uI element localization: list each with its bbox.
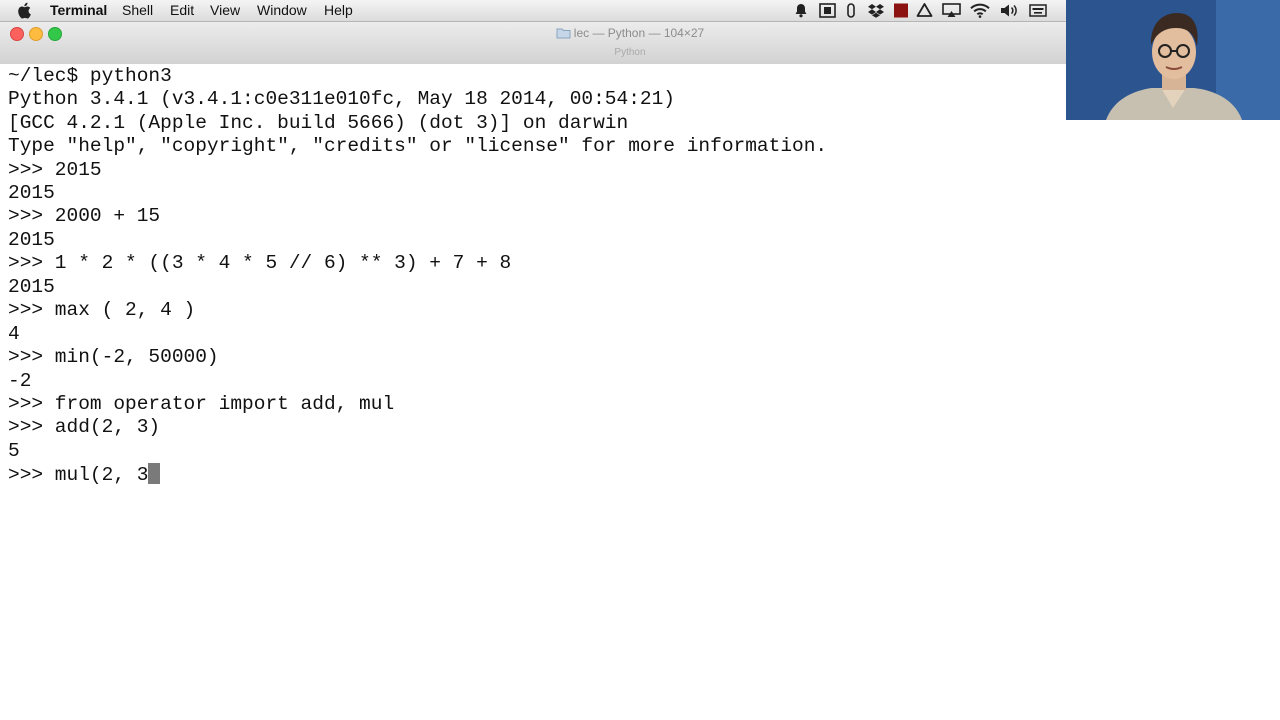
menu-window[interactable]: Window [257,0,307,21]
wifi-icon[interactable] [970,3,990,18]
battery-icon[interactable] [845,3,857,18]
airplay-icon[interactable] [942,3,961,18]
terminal-line: >>> min(-2, 50000) [8,346,219,368]
keyboard-icon[interactable] [1029,3,1047,18]
red-square-icon[interactable] [893,3,909,18]
presenter-video-image [1066,0,1280,120]
scan-icon[interactable] [819,3,836,18]
terminal-input-text[interactable]: >>> mul(2, 3 [8,464,148,486]
terminal-line: -2 [8,370,32,392]
terminal-line: >>> max ( 2, 4 ) [8,299,196,321]
terminal-line: 2015 [8,182,55,204]
menu-shell[interactable]: Shell [122,0,153,21]
terminal-line: >>> 1 * 2 * ((3 * 4 * 5 // 6) ** 3) + 7 … [8,252,512,274]
window-title-bar[interactable]: lec — Python — 104×27 Python [0,22,1066,65]
webcam-overlay [1066,0,1280,120]
apple-menu-icon[interactable] [17,2,31,19]
menu-app-terminal[interactable]: Terminal [50,0,107,21]
terminal-line: ~/lec$ python3 [8,65,172,87]
menu-edit[interactable]: Edit [170,0,194,21]
terminal-line: Python 3.4.1 (v3.4.1:c0e311e010fc, May 1… [8,88,676,110]
terminal-line: 4 [8,323,20,345]
volume-icon[interactable] [1000,3,1020,18]
terminal-line: 2015 [8,229,55,251]
terminal-line: >>> from operator import add, mul [8,393,395,415]
bell-icon[interactable] [793,3,809,18]
terminal-line: >>> 2015 [8,159,102,181]
terminal-line: 2015 [8,276,55,298]
menu-view[interactable]: View [210,0,240,21]
folder-icon [556,28,571,39]
text-cursor [148,463,161,484]
terminal-line: Type "help", "copyright", "credits" or "… [8,135,828,157]
terminal-input-line[interactable]: >>> mul(2, 3 [8,463,161,486]
drive-icon[interactable] [916,3,933,18]
menu-help[interactable]: Help [324,0,353,21]
dropbox-icon[interactable] [867,3,885,18]
window-title-text: lec — Python — 104×27 [573,26,705,40]
terminal-content[interactable]: ~/lec$ python3 Python 3.4.1 (v3.4.1:c0e3… [0,64,1066,720]
terminal-line: [GCC 4.2.1 (Apple Inc. build 5666) (dot … [8,112,629,134]
terminal-line: >>> 2000 + 15 [8,205,161,227]
terminal-line: 5 [8,440,20,462]
terminal-line: >>> add(2, 3) [8,416,161,438]
